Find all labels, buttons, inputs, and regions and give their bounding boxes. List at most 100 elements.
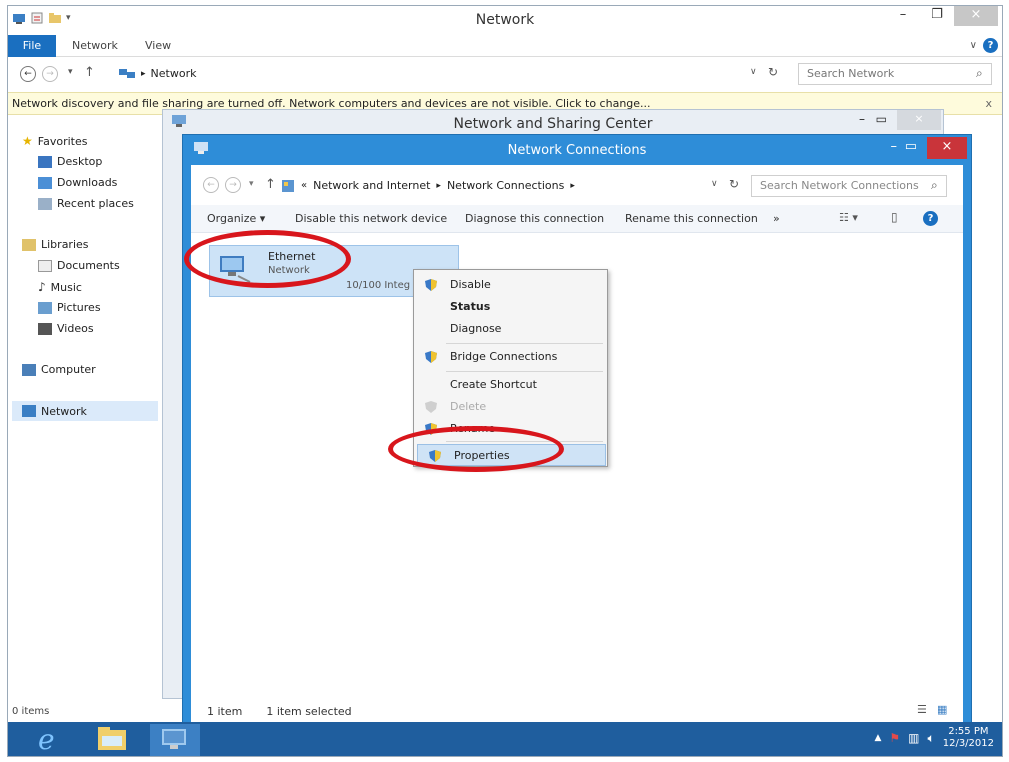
status-selected-count: 1 item selected [266,705,352,718]
address-dropdown-icon[interactable]: ∨ [750,67,757,77]
breadcrumb-separator-icon: ▸ [570,181,575,191]
sidebar-item-computer[interactable]: Computer [22,363,96,376]
menu-item-diagnose[interactable]: Diagnose [414,318,607,340]
up-button[interactable]: ↑ [84,65,95,80]
status-item-count: 1 item [207,705,243,718]
breadcrumb-network-connections[interactable]: Network Connections [447,175,564,197]
infobar-close-icon[interactable]: x [985,93,992,115]
navigation-pane: ★ Favorites Desktop Downloads Recent pla… [8,116,158,736]
sidebar-item-libraries[interactable]: Libraries [22,238,89,251]
action-center-flag-icon[interactable]: ⚑ [889,731,900,745]
sidebar-item-downloads[interactable]: Downloads [38,176,117,189]
sharing-center-maximize-button[interactable]: ▭ [876,112,887,126]
connections-recent-icon[interactable]: ▾ [249,179,254,189]
tiles-view-icon[interactable]: ▦ [937,703,947,716]
computer-icon [22,363,36,376]
connections-help-icon[interactable]: ? [923,211,938,226]
control-panel-icon [282,180,294,192]
network-connections-taskbar-button[interactable] [150,724,200,756]
sidebar-item-documents[interactable]: Documents [38,259,120,272]
ribbon-help-area: ∨ ? [970,38,998,53]
address-bar[interactable]: ▸ Network [114,63,794,85]
tab-network[interactable]: Network [72,39,118,52]
internet-explorer-button[interactable]: e [32,723,80,756]
sharing-center-close-button[interactable]: × [897,110,941,130]
sidebar-item-desktop[interactable]: Desktop [38,155,102,168]
documents-icon [38,259,52,272]
sidebar-item-videos[interactable]: Videos [38,322,94,335]
menu-item-label: Delete [450,400,487,413]
sidebar-item-favorites[interactable]: ★ Favorites [22,134,87,148]
volume-icon[interactable]: 🔈︎ [928,731,935,746]
libraries-icon [22,238,36,251]
connection-adapter: 10/100 Integ [346,280,411,291]
pictures-icon [38,301,52,314]
connections-address-dropdown-icon[interactable]: ∨ [711,179,718,189]
connections-maximize-button[interactable]: ▭ [905,139,917,154]
connections-back-button[interactable]: ← [203,177,219,193]
connections-search-icon[interactable]: ⌕ [931,178,938,193]
downloads-icon [38,176,52,189]
details-view-icon[interactable]: ☰ [917,703,927,716]
expand-ribbon-icon[interactable]: ∨ [970,40,977,51]
sharing-center-title: Network and Sharing Center [453,116,653,132]
network-status-icon[interactable]: ▥ [908,731,919,745]
forward-button[interactable]: → [42,66,58,82]
organize-button[interactable]: Organize ▾ [207,212,265,225]
breadcrumb-overflow-icon[interactable]: « [301,175,307,197]
close-button[interactable]: × [954,6,998,26]
address-location[interactable]: Network [151,63,197,85]
sidebar-item-label: Documents [57,259,120,272]
network-connections-icon [162,729,186,749]
restore-button[interactable]: ❐ [920,6,954,26]
connections-up-button[interactable]: ↑ [265,177,276,192]
connections-search-input[interactable]: Search Network Connections [751,175,947,197]
sidebar-item-recent-places[interactable]: Recent places [38,197,134,210]
sidebar-item-pictures[interactable]: Pictures [38,301,101,314]
tab-view[interactable]: View [145,39,171,52]
back-button[interactable]: ← [20,66,36,82]
minimize-button[interactable]: – [886,6,920,26]
connections-close-button[interactable]: × [927,137,967,159]
connections-address-bar[interactable]: « Network and Internet ▸ Network Connect… [281,175,741,197]
disable-device-button[interactable]: Disable this network device [295,212,447,225]
connections-minimize-button[interactable]: – [891,139,898,154]
connections-refresh-icon[interactable]: ↻ [729,177,739,191]
menu-item-disable[interactable]: Disable [414,274,607,296]
more-commands-button[interactable]: » [773,212,780,225]
internet-explorer-icon: e [38,723,55,756]
sidebar-item-label: Libraries [41,238,89,251]
menu-item-status[interactable]: Status [414,296,607,318]
taskbar-clock[interactable]: 2:55 PM 12/3/2012 [943,726,994,750]
breadcrumb-network-internet[interactable]: Network and Internet [313,175,430,197]
screenshot-frame: ▾ Network – ❐ × File Network View ∨ ? ← … [7,5,1003,757]
address-row: ← → ▾ ↑ ▸ Network ∨ ↻ Search Network ⌕ [8,61,1002,87]
menu-item-create-shortcut[interactable]: Create Shortcut [414,374,607,396]
preview-pane-icon[interactable]: ▯ [891,210,898,224]
rename-connection-button[interactable]: Rename this connection [625,212,758,225]
menu-item-label: Status [450,300,491,313]
refresh-icon[interactable]: ↻ [768,65,778,79]
search-icon[interactable]: ⌕ [976,66,983,81]
recent-places-icon [38,197,52,210]
menu-item-delete[interactable]: Delete [414,396,607,418]
change-view-icon[interactable]: ☷ ▾ [839,211,858,224]
sidebar-item-label: Downloads [57,176,118,189]
file-explorer-button[interactable] [94,724,142,756]
sharing-center-minimize-button[interactable]: – [859,112,865,126]
connections-forward-button[interactable]: → [225,177,241,193]
help-icon[interactable]: ? [983,38,998,53]
show-hidden-icons-icon[interactable]: ▲ [874,733,881,743]
star-icon: ★ [22,134,33,148]
tab-file[interactable]: File [8,35,56,57]
menu-item-bridge-connections[interactable]: Bridge Connections [414,346,607,368]
explorer-titlebar: ▾ Network – ❐ × [8,6,1002,34]
recent-locations-icon[interactable]: ▾ [68,67,73,77]
diagnose-connection-button[interactable]: Diagnose this connection [465,212,604,225]
sidebar-item-music[interactable]: ♪ Music [38,280,82,294]
sidebar-item-network[interactable]: Network [12,401,158,421]
sidebar-item-label: Pictures [57,301,101,314]
sidebar-item-label: Music [50,280,82,294]
search-input[interactable]: Search Network [798,63,992,85]
sidebar-item-label: Recent places [57,197,134,210]
